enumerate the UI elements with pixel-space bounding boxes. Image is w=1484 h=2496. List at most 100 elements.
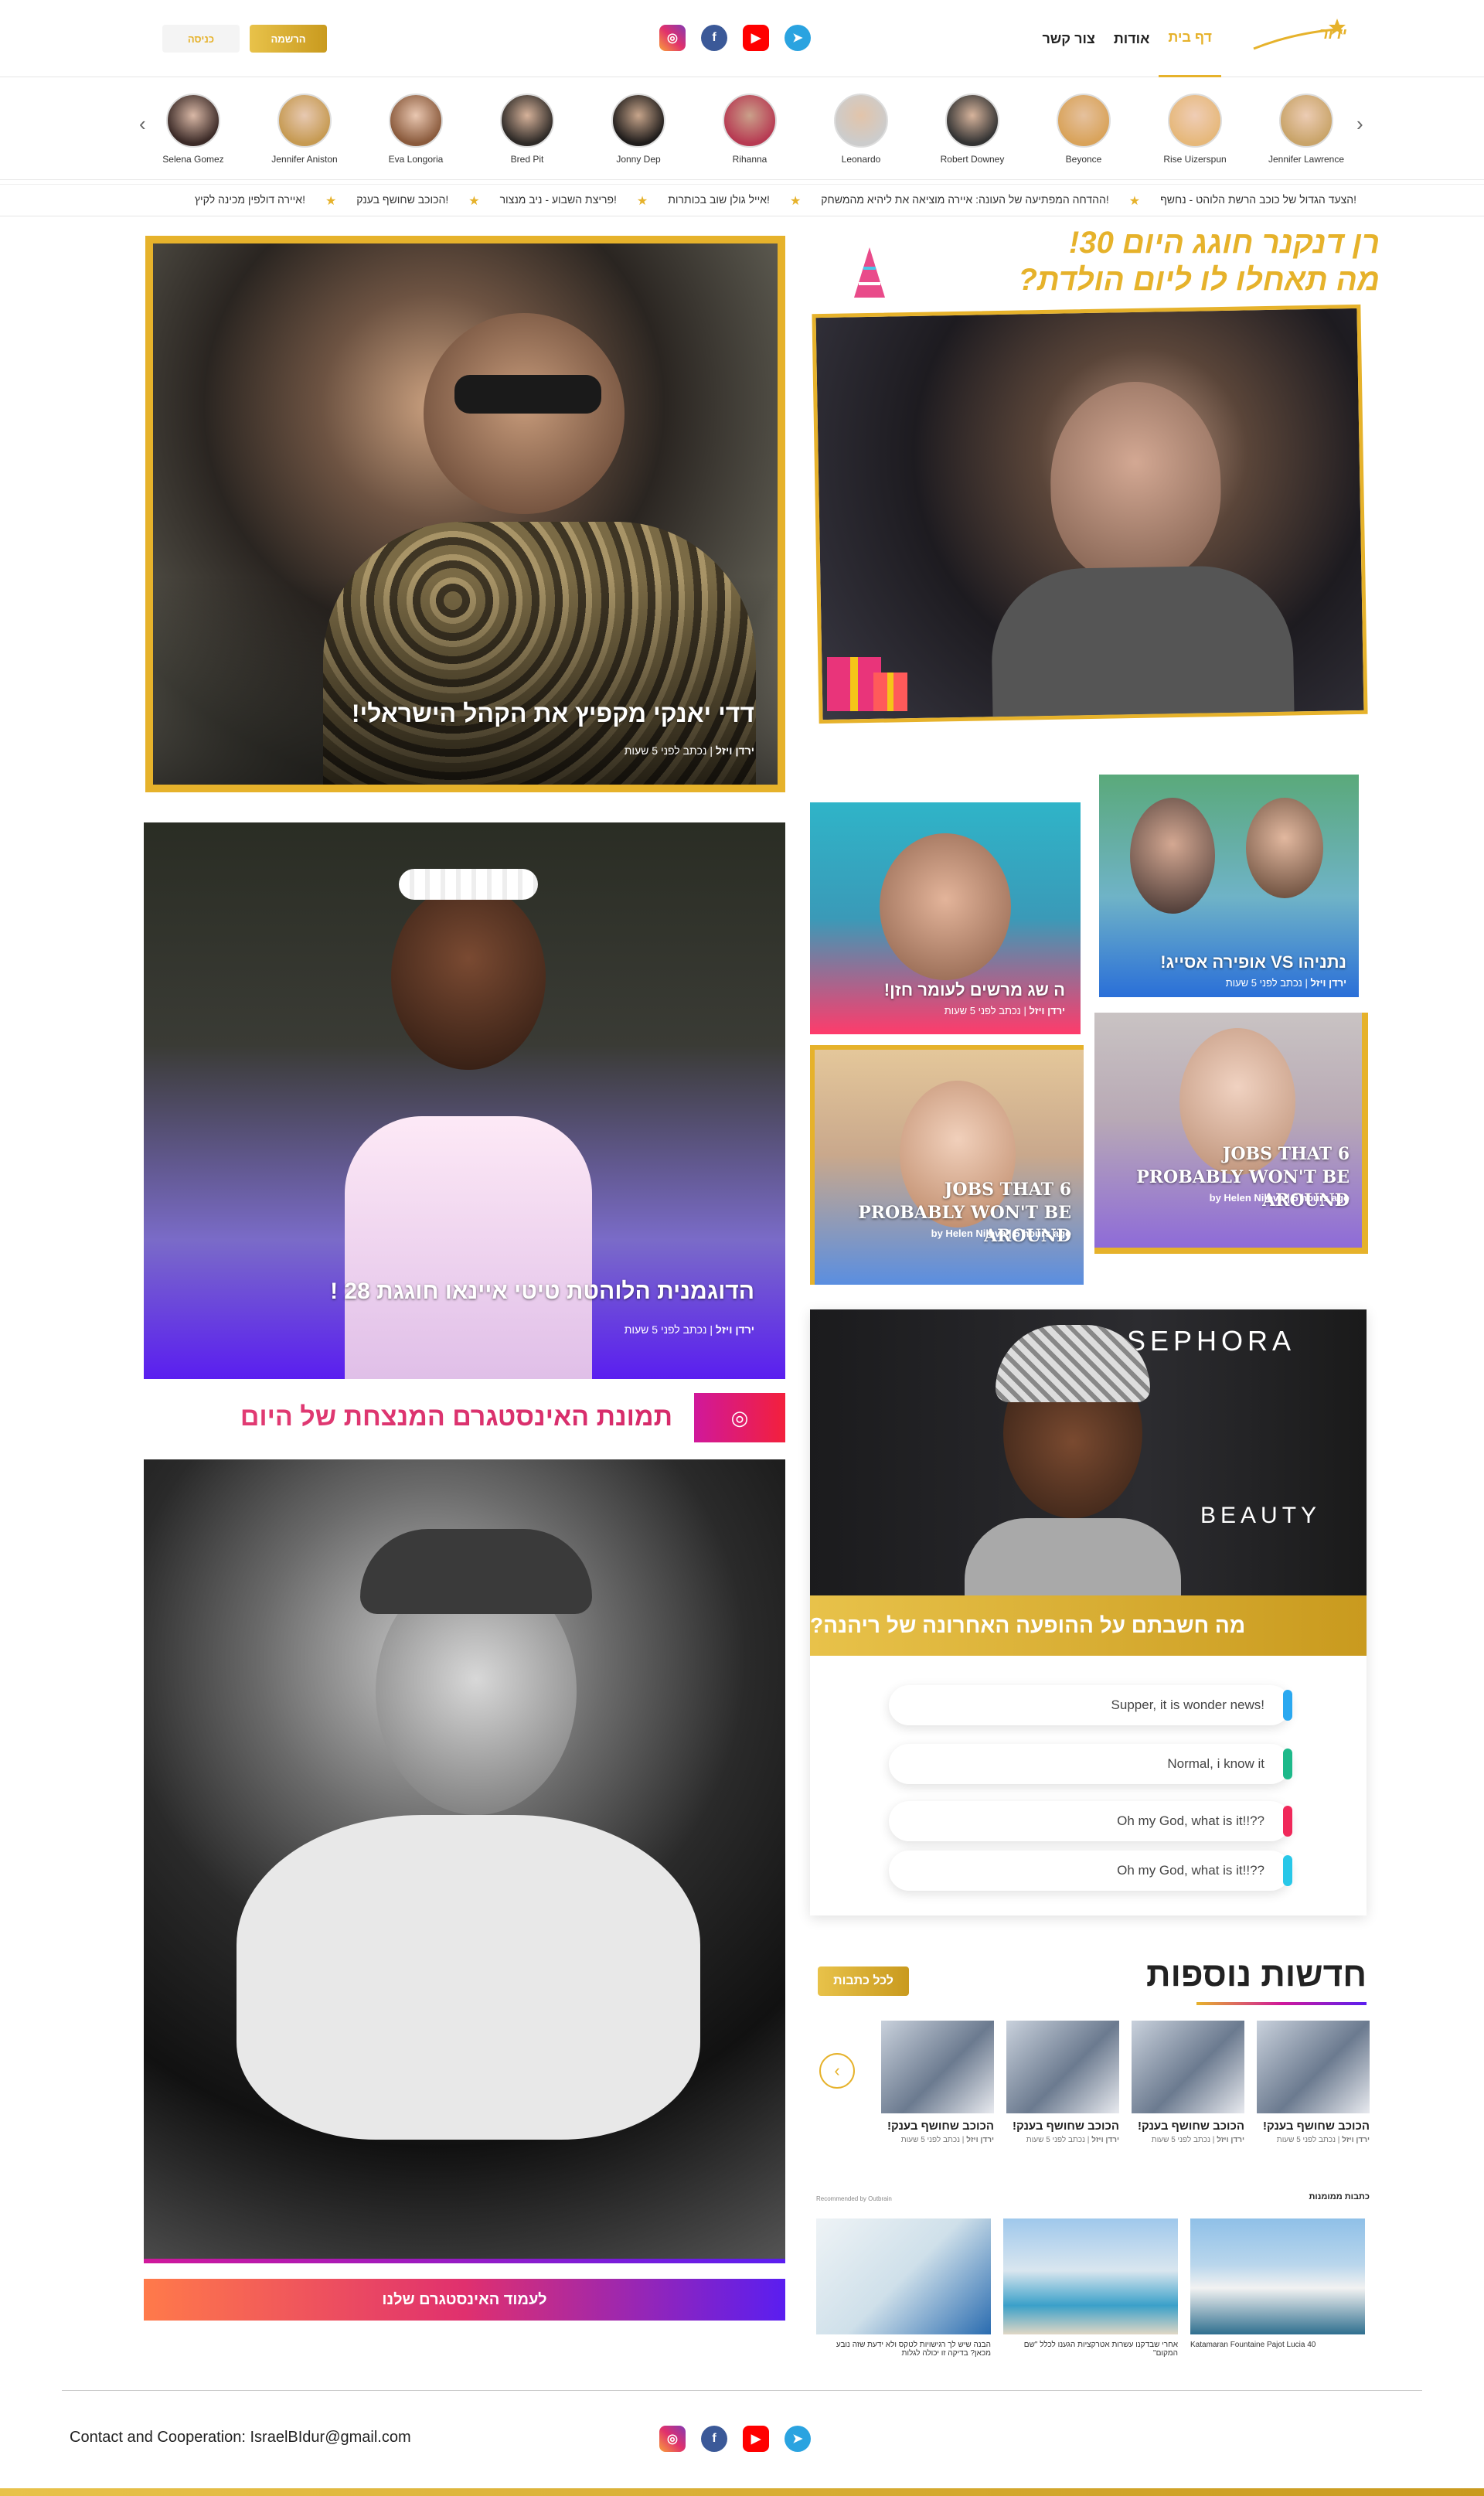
ticker-item[interactable]: הכוכב שחושף בענק! bbox=[356, 193, 448, 209]
news-thumb bbox=[1006, 2021, 1119, 2113]
news-ticker: הצעד הגדול של כוכב הרשת הלוהט - נחשף! ★ ה… bbox=[0, 184, 1484, 216]
avatar bbox=[1279, 94, 1333, 148]
ticker-item[interactable]: פריצת השבוע - ניב מנצור! bbox=[500, 193, 617, 209]
poll-option[interactable]: Oh my God, what is it!!?? bbox=[889, 1851, 1292, 1891]
footer-bar bbox=[0, 2488, 1484, 2496]
celeb-item[interactable]: Robert Downey bbox=[930, 94, 1015, 165]
sponsored-item[interactable]: הבנה שיש לך רגישויות לטקס ולא ידעת שזה נ… bbox=[816, 2218, 991, 2358]
nav-about[interactable]: אודות bbox=[1104, 0, 1159, 77]
chevron-right-icon[interactable]: › bbox=[1356, 112, 1363, 136]
sponsored-block: כתבות ממומנות Recommended by Outbrain הב… bbox=[816, 2192, 1370, 2362]
sponsored-item[interactable]: Katamaran Fountaine Pajot Lucia 40 bbox=[1190, 2218, 1365, 2358]
grid-card-2[interactable]: ה שג מרשים לעומר חזן! ירדן ויזל | נכתב ל… bbox=[810, 802, 1081, 1034]
celeb-name: Rihanna bbox=[732, 154, 768, 165]
sponsored-label: כתבות ממומנות bbox=[1309, 2192, 1370, 2201]
avatar bbox=[500, 94, 554, 148]
poll-option[interactable]: Normal, i know it bbox=[889, 1744, 1292, 1784]
telegram-icon[interactable]: ➤ bbox=[785, 25, 811, 51]
register-button[interactable]: הרשמה bbox=[250, 25, 327, 53]
main-nav: דף בית אודות צור קשר bbox=[1033, 0, 1221, 77]
instagram-icon[interactable]: ◎ bbox=[659, 2426, 686, 2452]
birthday-headline-2: מה תאחלו לו ליום הולדת? bbox=[1018, 263, 1380, 297]
celeb-item[interactable]: Eva Longoria bbox=[373, 94, 458, 165]
poll-option[interactable]: Supper, it is wonder news! bbox=[889, 1685, 1292, 1725]
instagram-icon[interactable]: ◎ bbox=[659, 25, 686, 51]
carousel-prev-icon[interactable]: ‹ bbox=[819, 2053, 855, 2089]
celeb-item[interactable]: Beyonce bbox=[1041, 94, 1126, 165]
celeb-item[interactable]: Jennifer Lawrence bbox=[1264, 94, 1349, 165]
grid-card-1[interactable]: נתניהו VS אופירה אסייג! ירדן ויזל | נכתב… bbox=[1094, 770, 1363, 1002]
celeb-name: Selena Gomez bbox=[162, 154, 224, 165]
model-story-card[interactable]: הדוגמנית הלוהטת טיטי איינאו חוגגת 28 ! י… bbox=[144, 822, 785, 1379]
sponsored-item[interactable]: אחרי שבדקנו עשרות אטרקציות הגענו לכלל "ש… bbox=[1003, 2218, 1178, 2358]
celeb-name: Rise Uizerspun bbox=[1163, 154, 1227, 165]
news-item[interactable]: הכוכב שחושף בענק! ירדן ויזל | נכתב לפני 5… bbox=[1257, 2021, 1370, 2144]
main-story-card[interactable]: דדי יאנקי מקפיץ את הקהל הישראלי! ירדן וי… bbox=[145, 236, 785, 792]
news-item[interactable]: הכוכב שחושף בענק! ירדן ויזל | נכתב לפני 5… bbox=[881, 2021, 994, 2144]
celeb-name: Beyonce bbox=[1065, 154, 1102, 165]
nav-home[interactable]: דף בית bbox=[1159, 0, 1221, 77]
instagram-heading-row: ◎ תמונת האינסטגרם המנצחת של היום bbox=[144, 1393, 785, 1442]
poll-brand-side: BEAUTY bbox=[1200, 1503, 1322, 1528]
news-item[interactable]: הכוכב שחושף בענק! ירדן ויזל | נכתב לפני 5… bbox=[1006, 2021, 1119, 2144]
avatar bbox=[1057, 94, 1111, 148]
news-meta: ירדן ויזל | נכתב לפני 5 שעות bbox=[1276, 2136, 1370, 2144]
avatar bbox=[723, 94, 777, 148]
all-articles-button[interactable]: לכל כתבות bbox=[818, 1966, 909, 1996]
celeb-item[interactable]: Jennifer Aniston bbox=[262, 94, 347, 165]
star-icon: ★ bbox=[789, 195, 802, 208]
celeb-name: Eva Longoria bbox=[388, 154, 444, 165]
instagram-heading: תמונת האינסטגרם המנצחת של היום bbox=[240, 1402, 672, 1432]
instagram-icon[interactable]: ◎ bbox=[694, 1393, 785, 1442]
news-title: הכוכב שחושף בענק! bbox=[1137, 2120, 1244, 2133]
news-meta: ירדן ויזל | נכתב לפני 5 שעות bbox=[1151, 2136, 1244, 2144]
ticker-item[interactable]: אייל גולן שוב בכותרות! bbox=[668, 193, 770, 209]
celeb-item[interactable]: Rise Uizerspun bbox=[1152, 94, 1237, 165]
grid-card-3[interactable]: 6 JOBS THAT PROBABLY WON'T BE AROUND by … bbox=[1094, 1013, 1368, 1254]
nav-contact[interactable]: צור קשר bbox=[1033, 0, 1104, 77]
more-news-underline bbox=[1196, 2002, 1367, 2005]
telegram-icon[interactable]: ➤ bbox=[785, 2426, 811, 2452]
facebook-icon[interactable]: f bbox=[701, 25, 727, 51]
celeb-item[interactable]: Bred Pit bbox=[485, 94, 570, 165]
grid-card-4[interactable]: 6 JOBS THAT PROBABLY WON'T BE AROUND by … bbox=[810, 1045, 1084, 1285]
celeb-item[interactable]: Rihanna bbox=[707, 94, 792, 165]
instagram-progress-bar bbox=[144, 2259, 785, 2263]
poll-card: SEPHORA BEAUTY מה חשבתם על ההופעה האחרונ… bbox=[810, 1309, 1367, 1915]
footer-contact[interactable]: Contact and Cooperation: IsraelBIdur@gma… bbox=[70, 2429, 411, 2447]
birthday-headline: רן דנקנר חוגג היום 30! מה תאחלו לו ליום … bbox=[978, 224, 1380, 298]
ticker-item[interactable]: הצעד הגדול של כוכב הרשת הלוהט - נחשף! bbox=[1160, 193, 1356, 209]
celeb-name: Jennifer Aniston bbox=[271, 154, 338, 165]
ticker-item[interactable]: ההדחה המפתיעה של העונה: איירה מוציאה את … bbox=[821, 193, 1108, 209]
news-thumb bbox=[1257, 2021, 1370, 2113]
youtube-icon[interactable]: ▶ bbox=[743, 2426, 769, 2452]
instagram-photo[interactable] bbox=[144, 1459, 785, 2260]
avatar bbox=[834, 94, 888, 148]
celeb-strip: ‹ Selena Gomez Jennifer Aniston Eva Long… bbox=[0, 78, 1484, 180]
grid-card-meta: by Helen Nilova | 5 hours ago bbox=[1209, 1192, 1350, 1204]
avatar bbox=[611, 94, 665, 148]
poll-option[interactable]: Oh my God, what is it!!?? bbox=[889, 1801, 1292, 1841]
avatar bbox=[1168, 94, 1222, 148]
logo[interactable]: ישראל בידור bbox=[1246, 14, 1406, 60]
celeb-item[interactable]: Selena Gomez bbox=[151, 94, 236, 165]
grid-card-meta: by Helen Nilova | 5 hours ago bbox=[931, 1228, 1071, 1239]
sponsored-title: הבנה שיש לך רגישויות לטקס ולא ידעת שזה נ… bbox=[836, 2341, 991, 2358]
ticker-item[interactable]: איירה דולפין מכינה לקיץ! bbox=[195, 193, 305, 209]
celeb-item[interactable]: Jonny Dep bbox=[596, 94, 681, 165]
login-button[interactable]: כניסה bbox=[162, 25, 240, 53]
youtube-icon[interactable]: ▶ bbox=[743, 25, 769, 51]
avatar bbox=[277, 94, 332, 148]
facebook-icon[interactable]: f bbox=[701, 2426, 727, 2452]
sponsored-thumb bbox=[816, 2218, 991, 2334]
celeb-name: Robert Downey bbox=[940, 154, 1005, 165]
instagram-cta-button[interactable]: לעמוד האינסטגרם שלנו bbox=[144, 2279, 785, 2321]
celeb-name: Jennifer Lawrence bbox=[1268, 154, 1345, 165]
celeb-item[interactable]: Leonardo bbox=[819, 94, 904, 165]
chevron-left-icon[interactable]: ‹ bbox=[139, 112, 146, 136]
model-story-meta: ירדן ויזל | נכתב לפני 5 שעות bbox=[624, 1323, 754, 1336]
sponsored-by: Recommended by Outbrain bbox=[816, 2195, 892, 2202]
birthday-feature[interactable]: רן דנקנר חוגג היום 30! מה תאחלו לו ליום … bbox=[812, 224, 1380, 734]
news-item[interactable]: הכוכב שחושף בענק! ירדן ויזל | נכתב לפני 5… bbox=[1132, 2021, 1244, 2144]
celeb-list: Selena Gomez Jennifer Aniston Eva Longor… bbox=[151, 94, 1349, 165]
